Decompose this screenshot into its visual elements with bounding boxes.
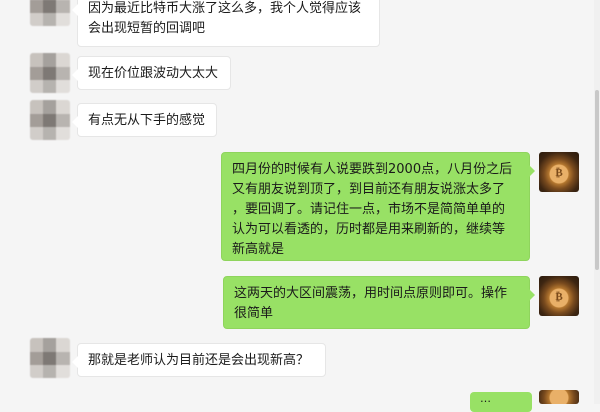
contact-avatar[interactable] <box>30 100 70 140</box>
incoming-message[interactable]: 那就是老师认为目前还是会出现新高？ <box>72 343 326 377</box>
self-avatar[interactable]: ₿ <box>539 276 579 316</box>
scrollbar-thumb[interactable] <box>595 90 599 270</box>
scrollbar[interactable] <box>594 0 600 404</box>
incoming-message[interactable]: 现在价位跟波动大太大 <box>72 56 231 90</box>
outgoing-message[interactable]: 这两天的大区间震荡，用时间点原则即可。操作 很简单 <box>223 276 535 329</box>
bitcoin-icon: ₿ <box>555 289 563 303</box>
bitcoin-icon: ₿ <box>555 165 563 179</box>
bitcoin-icon <box>539 390 579 404</box>
incoming-message[interactable]: 有点无从下手的感觉 <box>72 103 217 137</box>
self-avatar[interactable] <box>539 390 579 404</box>
self-avatar[interactable]: ₿ <box>539 152 579 192</box>
outgoing-message[interactable]: 四月份的时候有人说要跌到2000点，八月份之后 又有朋友说到顶了，到目前还有朋友… <box>221 152 535 261</box>
incoming-message[interactable]: 因为最近比特币大涨了这么多，我个人觉得应该 会出现短暂的回调吧 <box>72 0 380 47</box>
chat-window: 因为最近比特币大涨了这么多，我个人觉得应该 会出现短暂的回调吧 现在价位跟波动大… <box>0 0 600 412</box>
contact-avatar[interactable] <box>30 0 70 26</box>
outgoing-message-text: … <box>480 394 491 404</box>
contact-avatar[interactable] <box>30 338 70 378</box>
contact-avatar[interactable] <box>30 53 70 93</box>
